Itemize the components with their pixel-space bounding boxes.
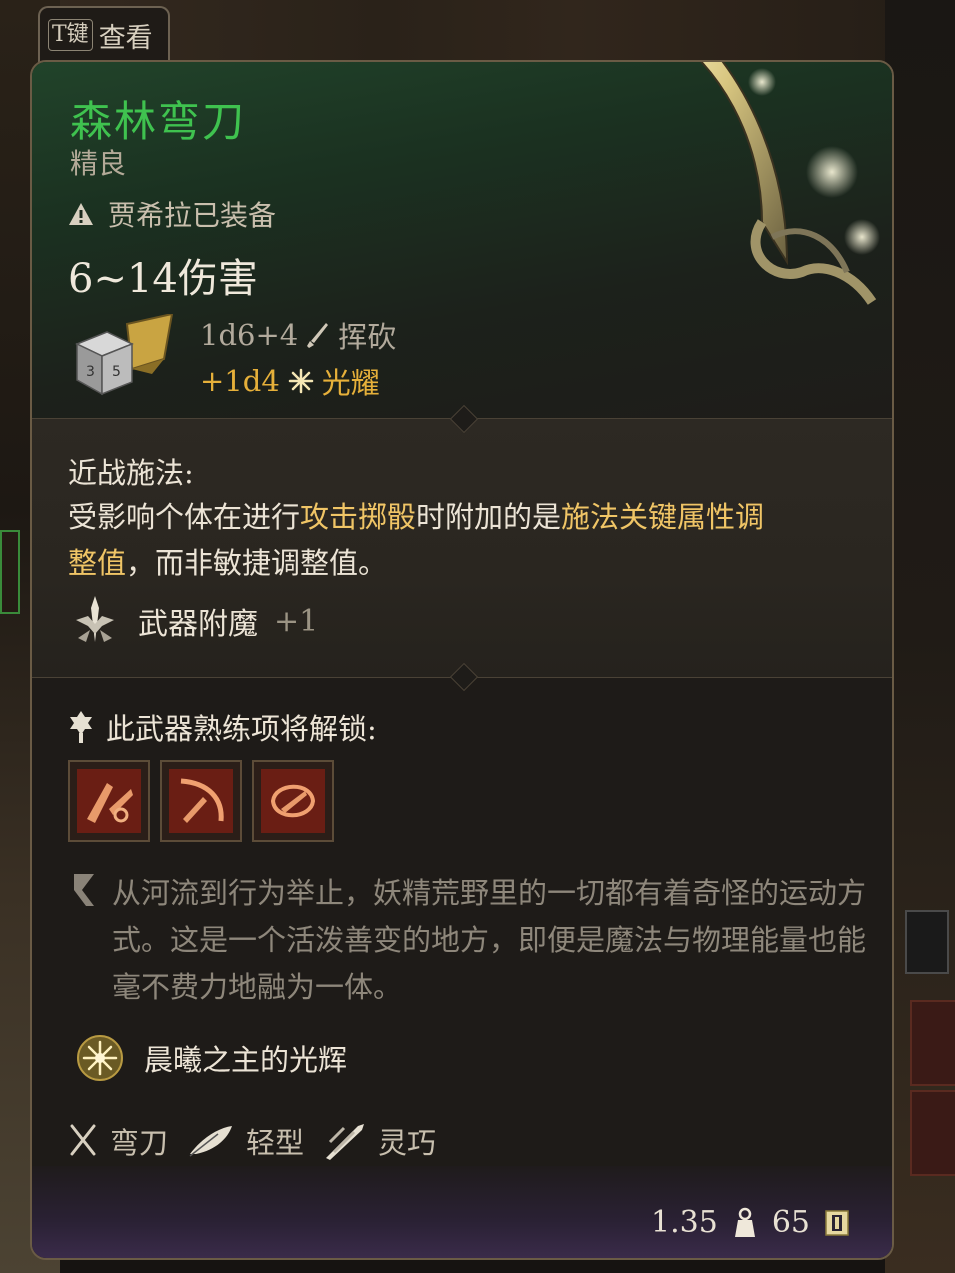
warning-icon <box>69 203 93 225</box>
equipped-notice: 贾希拉已装备 <box>68 194 276 234</box>
property-label: 轻型 <box>246 1126 305 1160</box>
proficiency-label: 此武器熟练项将解锁: <box>106 712 377 746</box>
background-slot <box>905 910 949 974</box>
scimitar-image <box>700 62 880 305</box>
t-key-badge: T键 <box>48 19 93 51</box>
damage-dice: +1d4 <box>200 364 280 398</box>
weapon-action-1[interactable] <box>68 760 150 842</box>
weapon-action-2[interactable] <box>160 760 242 842</box>
item-tooltip: 森林弯刀 精良 贾希拉已装备 6~14伤害 3 5 1d6+4 挥砍 +1d4 <box>30 60 894 1260</box>
background-slot <box>910 1090 955 1176</box>
background-slot <box>910 1000 955 1086</box>
inspect-tab[interactable]: T键 查看 <box>38 6 170 62</box>
property-scimitar[interactable]: 弯刀 <box>68 1120 168 1162</box>
weapon-action-icon <box>261 769 325 833</box>
weapon-action-icon <box>77 769 141 833</box>
radiant-icon <box>288 368 314 394</box>
equipped-by-text: 贾希拉已装备 <box>108 199 277 232</box>
svg-text:3: 3 <box>86 364 95 380</box>
lore-text: 从河流到行为举止，妖精荒野里的一切都有着奇怪的运动方式。这是一个活泼善变的地方，… <box>112 876 867 1004</box>
svg-text:5: 5 <box>112 364 121 380</box>
damage-type: 挥砍 <box>338 320 397 354</box>
damage-type: 光耀 <box>321 366 380 400</box>
weapon-enchantment: 武器附魔 +1 <box>68 594 318 648</box>
item-stats: 1.35 65 <box>651 1205 850 1240</box>
enchantment-bonus: +1 <box>274 603 319 639</box>
weight-icon <box>734 1207 755 1237</box>
passive-label: 晨曦之主的光辉 <box>144 1043 348 1077</box>
item-name: 森林弯刀 <box>70 97 247 146</box>
background-slot <box>0 530 20 614</box>
passive-ability[interactable]: 晨曦之主的光辉 <box>76 1034 347 1082</box>
weapon-properties: 弯刀 轻型 灵巧 <box>68 1120 436 1162</box>
property-finesse[interactable]: 灵巧 <box>324 1120 436 1162</box>
damage-line-radiant: +1d4 光耀 <box>200 360 380 402</box>
enchantment-icon <box>76 596 114 642</box>
dawnmaster-radiance-icon <box>77 1035 123 1081</box>
weapon-action-icon <box>169 769 233 833</box>
enchantment-label: 武器附魔 <box>138 607 258 642</box>
finesse-icon <box>326 1124 365 1160</box>
damage-line-slashing: 1d6+4 挥砍 <box>200 314 396 356</box>
highlight-attack-roll[interactable]: 攻击掷骰 <box>300 500 416 534</box>
property-label: 灵巧 <box>378 1126 437 1160</box>
crossed-swords-icon <box>70 1124 96 1156</box>
lore-icon <box>74 874 94 906</box>
dice-icon: 3 5 <box>75 314 174 396</box>
weapon-actions <box>68 760 334 842</box>
proficiency-unlock: 此武器熟练项将解锁: <box>68 706 377 748</box>
item-value: 65 <box>771 1205 810 1240</box>
slash-icon <box>307 323 329 348</box>
property-light[interactable]: 轻型 <box>188 1120 304 1162</box>
damage-dice: 1d6+4 <box>200 318 299 352</box>
proficiency-icon <box>70 711 92 743</box>
property-label: 弯刀 <box>110 1126 169 1160</box>
feather-icon <box>189 1126 233 1157</box>
item-weight: 1.35 <box>651 1205 718 1240</box>
damage-total: 6~14伤害 <box>68 256 258 302</box>
melee-casting-description: 受影响个体在进行攻击掷骰时附加的是施法关键属性调整值，而非敏捷调整值。 <box>68 500 765 580</box>
weapon-action-3[interactable] <box>252 760 334 842</box>
item-rarity: 精良 <box>70 147 127 180</box>
melee-casting-title: 近战施法: <box>68 456 194 490</box>
inspect-label: 查看 <box>98 22 153 54</box>
gold-icon <box>825 1209 849 1236</box>
